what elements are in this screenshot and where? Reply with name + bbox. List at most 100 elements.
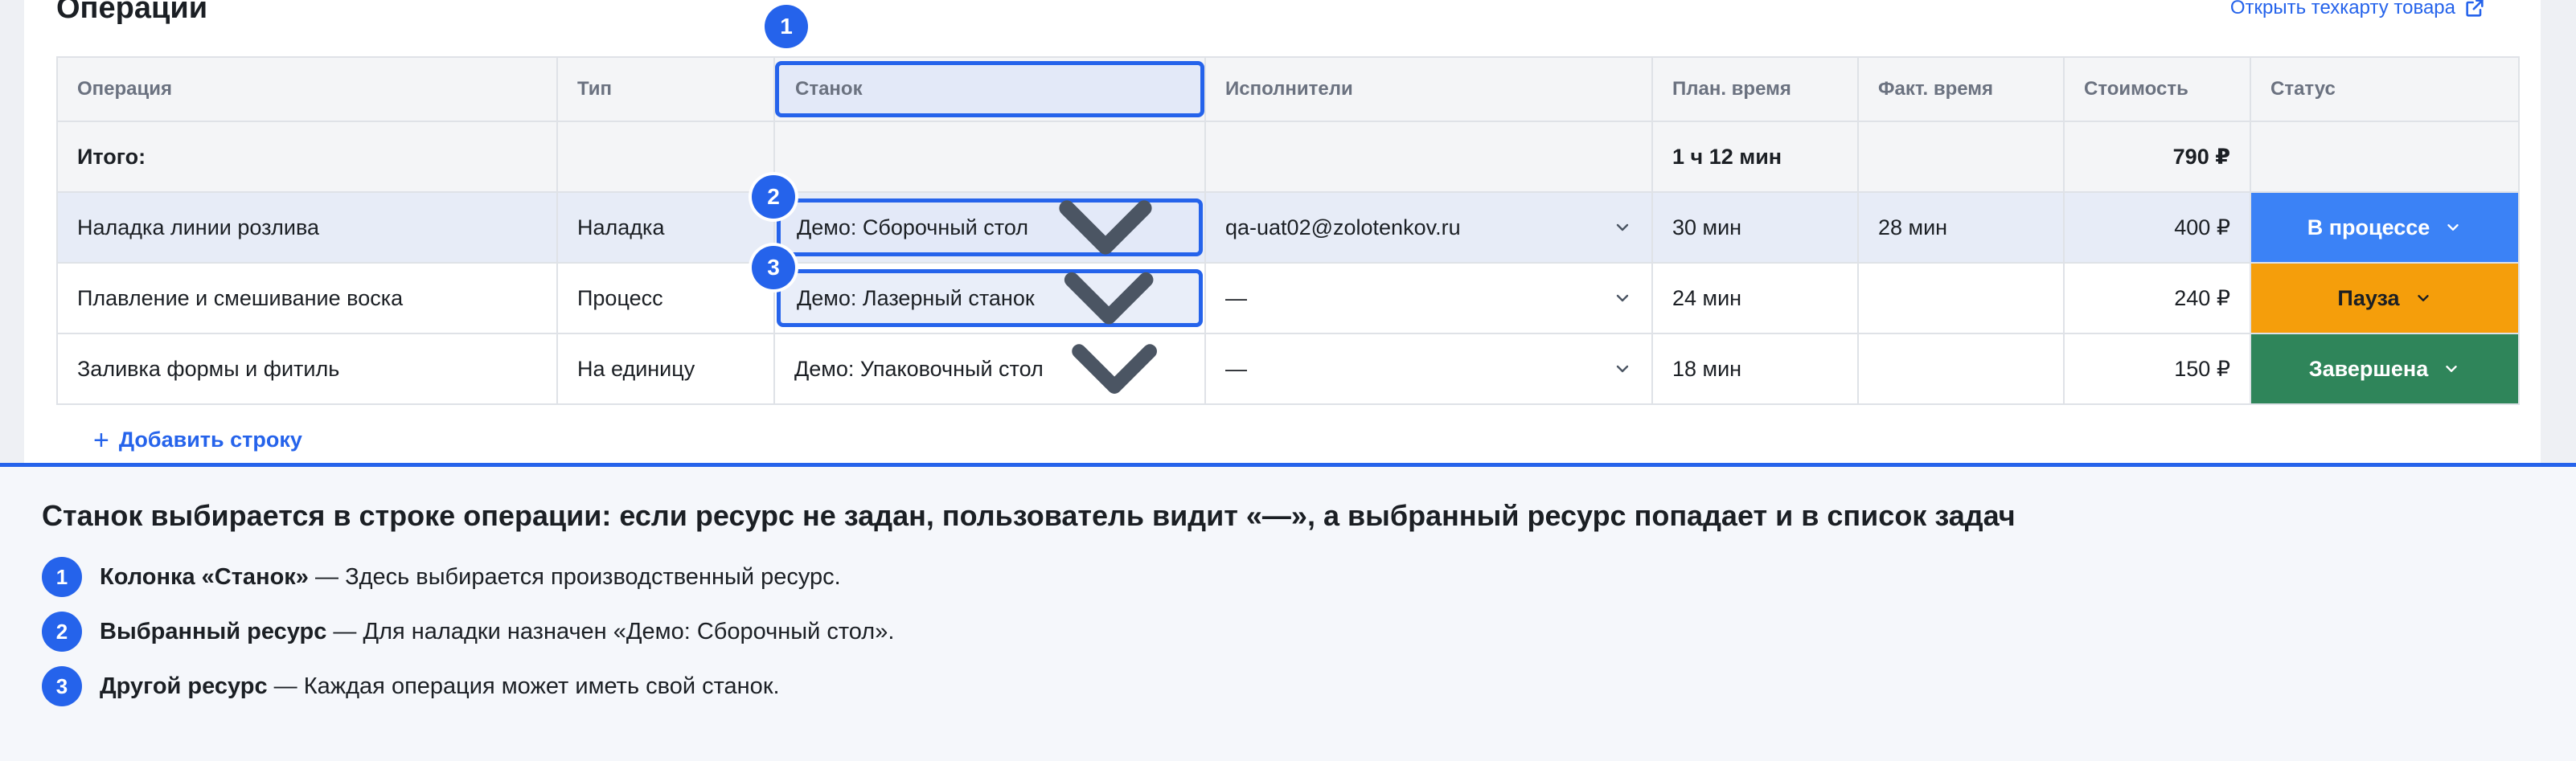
machine-select[interactable]: Демо: Лазерный станок (777, 269, 1203, 327)
marker-3: 3 (752, 246, 795, 289)
machine-value: Демо: Сборочный стол (797, 215, 1029, 239)
fact-time[interactable]: 28 мин (1858, 192, 2065, 264)
executors-value: — (1225, 356, 1247, 381)
status-label: Завершена (2308, 356, 2429, 381)
marker-1: 1 (765, 5, 808, 48)
col-machine-label: Станок (795, 78, 863, 100)
status-cell: Пауза (2250, 263, 2520, 334)
executors-cell: — (1205, 333, 1653, 405)
fact-time[interactable] (1858, 333, 2065, 405)
status-label: Пауза (2337, 285, 2400, 310)
status-label: В процессе (2307, 215, 2430, 239)
chevron-down-icon (1064, 272, 1154, 325)
callout-note: 1 Колонка «Станок» — Здесь выбирается пр… (42, 557, 841, 597)
status-cell: Завершена (2250, 333, 2520, 405)
chevron-down-icon (1616, 365, 1629, 373)
executors-value: qa-uat02@zolotenkov.ru (1225, 215, 1461, 239)
operation-type: Наладка (557, 192, 775, 264)
status-dropdown[interactable]: Пауза (2251, 264, 2517, 332)
executors-value: — (1225, 285, 1247, 310)
total-empty-executors (1205, 121, 1653, 193)
plan-time[interactable]: 24 мин (1652, 263, 1859, 334)
open-techcard-link[interactable]: Открыть техкарту товара (2230, 0, 2486, 19)
plan-time[interactable]: 18 мин (1652, 333, 1859, 405)
total-empty-type (557, 121, 775, 193)
callout-panel: Станок выбирается в строке операции: есл… (0, 463, 2576, 761)
machine-value: Демо: Лазерный станок (797, 285, 1035, 310)
open-techcard-label: Открыть техкарту товара (2229, 0, 2455, 18)
machine-select[interactable]: Демо: Сборочный стол (777, 198, 1203, 256)
total-label: Итого: (57, 121, 558, 193)
table-row[interactable]: Наладка линии розлива Наладка Демо: Сбор… (57, 192, 2520, 264)
machine-cell: Демо: Сборочный стол (774, 192, 1206, 264)
col-fact-time[interactable]: Факт. время (1858, 57, 2065, 122)
chevron-down-icon (1059, 200, 1152, 255)
chevron-down-icon (1616, 294, 1629, 302)
chevron-down-icon (2446, 366, 2457, 372)
col-operation[interactable]: Операция (57, 57, 558, 122)
machine-select[interactable]: Демо: Упаковочный стол (775, 334, 1204, 403)
total-empty-status (2250, 121, 2520, 193)
table-row[interactable]: Заливка формы и фитиль На единицу Демо: … (57, 333, 2520, 405)
col-type[interactable]: Тип (557, 57, 775, 122)
note-text: Выбранный ресурс — Для наладки назначен … (100, 619, 894, 645)
external-link-icon (2466, 0, 2484, 17)
col-machine[interactable]: Станок (774, 57, 1206, 122)
status-cell: В процессе (2250, 192, 2520, 264)
chevron-down-icon (1616, 223, 1629, 231)
executors-select[interactable]: — (1225, 264, 1632, 332)
marker-2: 2 (752, 175, 795, 219)
page-title: Операции (56, 0, 208, 25)
callout-note: 2 Выбранный ресурс — Для наладки назначе… (42, 612, 894, 652)
total-plan-time: 1 ч 12 мин (1652, 121, 1859, 193)
col-plan-time[interactable]: План. время (1652, 57, 1859, 122)
executors-cell: qa-uat02@zolotenkov.ru (1205, 192, 1653, 264)
total-cost: 790 ₽ (2064, 121, 2251, 193)
note-description: — Для наладки назначен «Демо: Сборочный … (326, 618, 895, 644)
chevron-down-icon (2417, 295, 2429, 301)
note-title: Выбранный ресурс (100, 618, 327, 644)
note-number: 1 (42, 557, 82, 597)
machine-value: Демо: Упаковочный стол (794, 356, 1044, 381)
note-title: Колонка «Станок» (100, 563, 309, 590)
note-text: Другой ресурс — Каждая операция может им… (100, 673, 780, 700)
status-dropdown[interactable]: В процессе (2251, 193, 2517, 261)
note-text: Колонка «Станок» — Здесь выбирается прои… (100, 564, 841, 591)
cost: 400 ₽ (2064, 192, 2251, 264)
note-description: — Каждая операция может иметь свой стано… (267, 673, 780, 699)
col-executors[interactable]: Исполнители (1205, 57, 1653, 122)
note-number: 2 (42, 612, 82, 652)
status-dropdown[interactable]: Завершена (2251, 334, 2517, 403)
note-description: — Здесь выбирается производственный ресу… (308, 563, 841, 590)
cost: 240 ₽ (2064, 263, 2251, 334)
chevron-down-icon (1072, 344, 1157, 394)
executors-select[interactable]: — (1225, 334, 1632, 403)
operations-table: Операция Тип Станок Исполнители План. вр… (56, 56, 2520, 405)
operation-type: На единицу (557, 333, 775, 405)
table-header-row: Операция Тип Станок Исполнители План. вр… (57, 57, 2520, 122)
callout-note: 3 Другой ресурс — Каждая операция может … (42, 666, 780, 706)
operation-type: Процесс (557, 263, 775, 334)
total-row: Итого: 1 ч 12 мин 790 ₽ (57, 121, 2520, 193)
col-cost[interactable]: Стоимость (2064, 57, 2251, 122)
col-status[interactable]: Статус (2250, 57, 2520, 122)
operation-name: Заливка формы и фитиль (57, 333, 558, 405)
total-empty-machine (774, 121, 1206, 193)
total-empty-fact (1858, 121, 2065, 193)
note-title: Другой ресурс (100, 673, 268, 699)
cost: 150 ₽ (2064, 333, 2251, 405)
machine-cell: Демо: Лазерный станок (774, 263, 1206, 334)
table-row[interactable]: Плавление и смешивание воска Процесс Дем… (57, 263, 2520, 334)
plus-icon: + (93, 424, 109, 456)
machine-cell: Демо: Упаковочный стол (774, 333, 1206, 405)
executors-select[interactable]: qa-uat02@zolotenkov.ru (1225, 193, 1632, 261)
executors-cell: — (1205, 263, 1653, 334)
add-row-label: Добавить строку (118, 428, 302, 452)
plan-time[interactable]: 30 мин (1652, 192, 1859, 264)
fact-time[interactable] (1858, 263, 2065, 334)
operation-name: Плавление и смешивание воска (57, 263, 558, 334)
operations-card: Операции Открыть техкарту товара Операци… (24, 0, 2541, 464)
note-number: 3 (42, 666, 82, 706)
operation-name: Наладка линии розлива (57, 192, 558, 264)
add-row-button[interactable]: + Добавить строку (93, 424, 302, 456)
